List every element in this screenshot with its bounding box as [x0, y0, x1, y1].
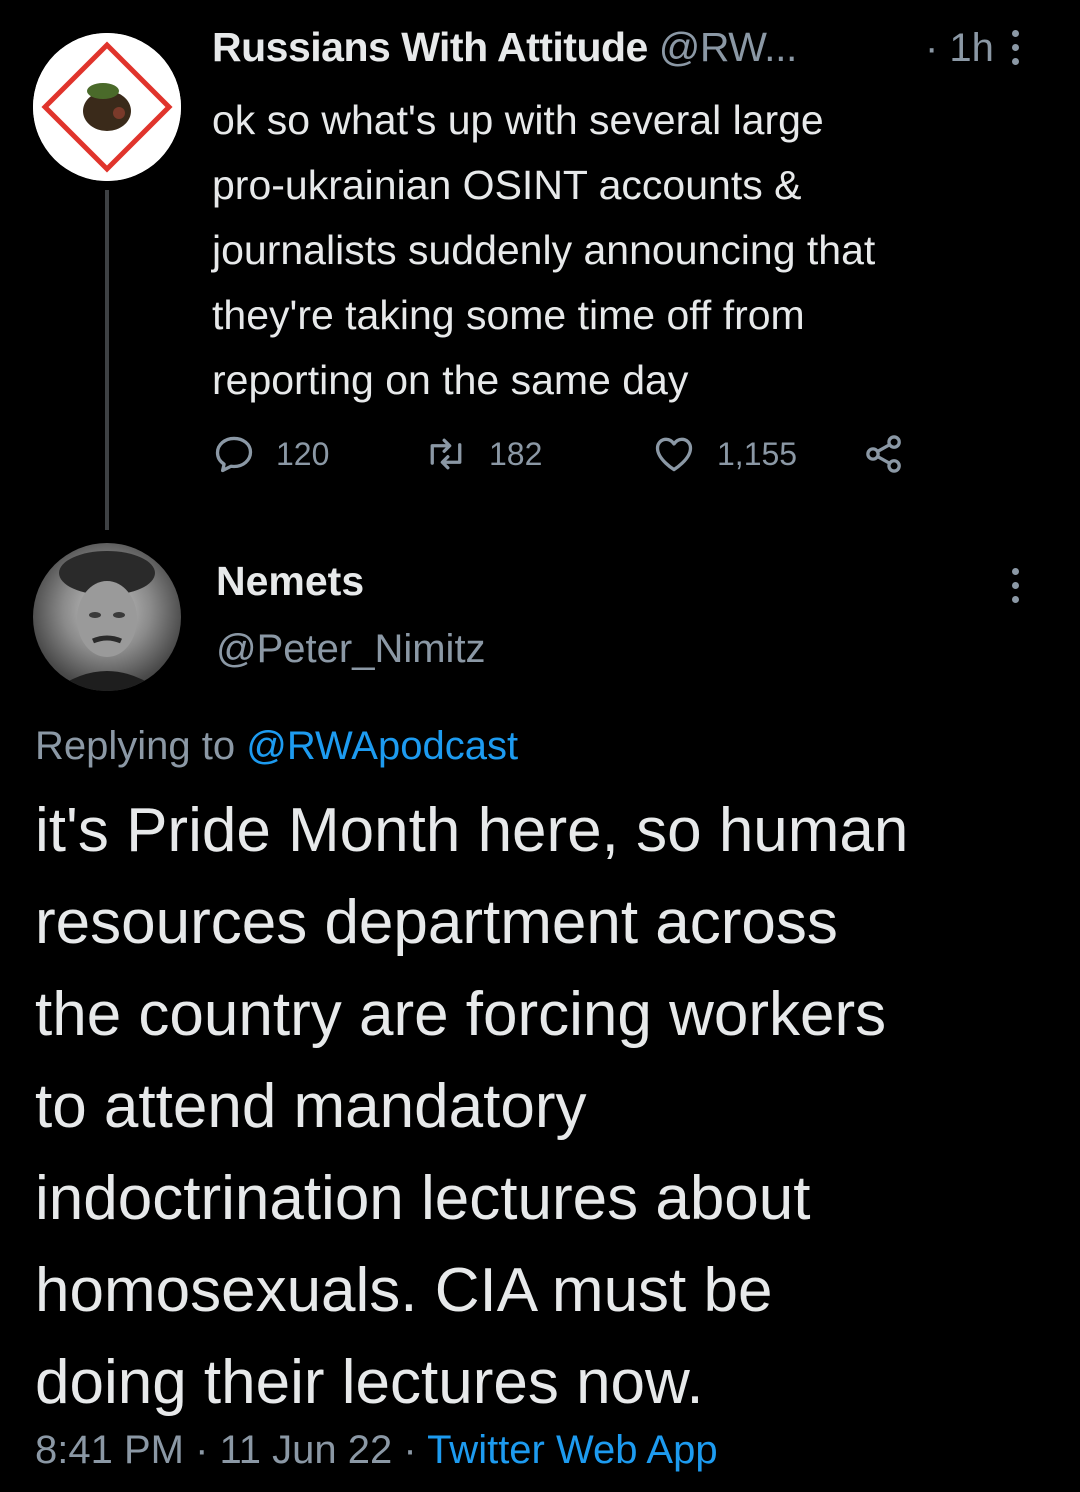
tweet-date[interactable]: 11 Jun 22 — [220, 1428, 393, 1472]
parent-author-handle[interactable]: @RW... — [659, 24, 798, 70]
thread-line — [105, 190, 109, 530]
nemets-avatar[interactable] — [33, 543, 181, 691]
rwa-avatar[interactable] — [33, 33, 181, 181]
replying-to-link[interactable]: @RWApodcast — [246, 724, 518, 768]
heart-icon — [655, 437, 693, 472]
replying-to: Replying to @RWApodcast — [35, 724, 518, 769]
reply-icon — [215, 436, 253, 473]
share-button[interactable] — [861, 432, 907, 476]
tweet-source[interactable]: Twitter Web App — [427, 1428, 718, 1472]
replying-to-prefix: Replying to — [35, 724, 247, 768]
more-options-icon[interactable] — [1012, 568, 1019, 603]
portrait-photo — [53, 551, 161, 691]
parent-action-bar: 120 182 1,155 — [212, 432, 907, 476]
reply-author-handle[interactable]: @Peter_Nimitz — [216, 627, 486, 672]
retweet-icon — [430, 438, 462, 470]
meta-separator: · — [183, 1428, 220, 1472]
like-count: 1,155 — [717, 435, 798, 472]
rwa-logo — [33, 33, 181, 181]
like-button[interactable]: 1,155 — [651, 432, 861, 476]
reply-count: 120 — [276, 435, 330, 472]
parent-author[interactable]: Russians With Attitude @RW... — [212, 24, 797, 71]
retweet-button[interactable]: 182 — [423, 432, 651, 476]
retweet-count: 182 — [489, 435, 543, 472]
more-options-icon[interactable] — [1012, 30, 1019, 65]
meta-separator: · — [392, 1428, 428, 1472]
share-icon — [866, 435, 901, 473]
reply-button[interactable]: 120 — [212, 432, 423, 476]
tweet-time[interactable]: 8:41 PM — [35, 1428, 184, 1472]
tweet-metadata: 8:41 PM · 11 Jun 22 · Twitter Web App — [35, 1428, 718, 1473]
parent-timestamp[interactable]: · 1h — [925, 26, 994, 71]
parent-author-name[interactable]: Russians With Attitude — [212, 24, 648, 70]
parent-tweet-text: ok so what's up with several large pro-u… — [212, 97, 876, 403]
reply-tweet-text: it's Pride Month here, so human resource… — [35, 796, 909, 1417]
reply-author-name[interactable]: Nemets — [216, 558, 364, 605]
